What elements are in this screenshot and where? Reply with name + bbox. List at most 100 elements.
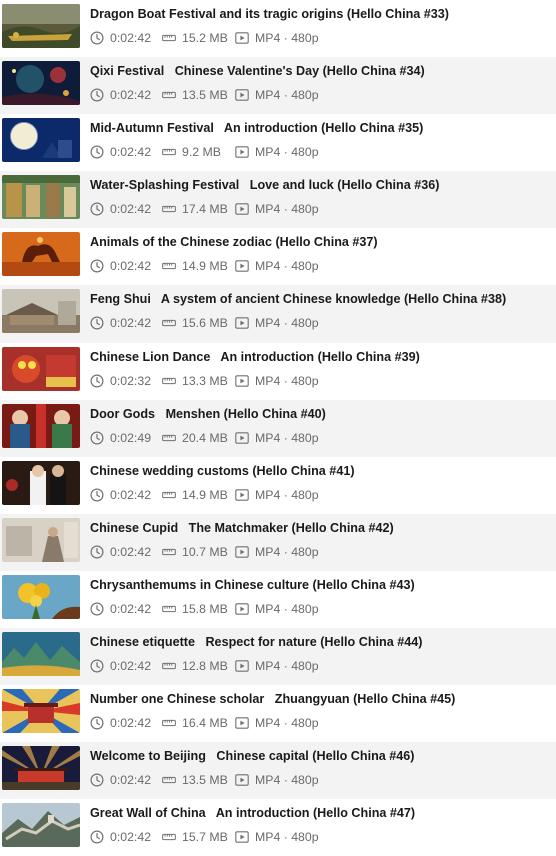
video-list-item[interactable]: Great Wall of China An introduction (Hel… — [0, 799, 556, 856]
video-title[interactable]: Animals of the Chinese zodiac (Hello Chi… — [90, 234, 552, 251]
format-value: MP4 · 480p — [255, 773, 319, 788]
video-title[interactable]: Chinese Lion Dance An introduction (Hell… — [90, 349, 552, 366]
file-size-value: 12.8 MB — [182, 659, 228, 674]
video-file-icon — [235, 659, 249, 673]
video-meta: 0:02:42 15.8 MB MP4 · 480p — [90, 601, 552, 617]
video-title[interactable]: Number one Chinese scholar Zhuangyuan (H… — [90, 691, 552, 708]
format: MP4 · 480p — [235, 830, 319, 844]
video-thumbnail[interactable] — [2, 460, 80, 505]
video-meta: 0:02:42 13.5 MB MP4 · 480p — [90, 87, 552, 103]
file-size: 16.4 MB — [162, 716, 235, 730]
format: MP4 · 480p — [235, 374, 319, 388]
video-list-item[interactable]: Chinese Lion Dance An introduction (Hell… — [0, 343, 556, 400]
video-info: Mid-Autumn Festival An introduction (Hel… — [90, 120, 552, 160]
duration-value: 0:02:32 — [110, 373, 152, 388]
file-size: 12.8 MB — [162, 659, 235, 673]
video-thumbnail[interactable] — [2, 232, 80, 277]
file-size-value: 10.7 MB — [182, 544, 228, 559]
video-title[interactable]: Welcome to Beijing Chinese capital (Hell… — [90, 748, 552, 765]
video-info: Chinese etiquette Respect for nature (He… — [90, 634, 552, 674]
video-title[interactable]: Chinese etiquette Respect for nature (He… — [90, 634, 552, 651]
file-size-value: 13.3 MB — [182, 373, 228, 388]
clock-icon — [90, 88, 104, 102]
file-size-value: 15.7 MB — [182, 830, 228, 845]
video-thumbnail[interactable] — [2, 803, 80, 848]
duration: 0:02:42 — [90, 88, 162, 102]
video-title[interactable]: Water-Splashing Festival Love and luck (… — [90, 177, 552, 194]
video-title[interactable]: Chinese Cupid The Matchmaker (Hello Chin… — [90, 520, 552, 537]
video-thumbnail[interactable] — [2, 4, 80, 48]
video-thumbnail[interactable] — [2, 517, 80, 562]
video-list-item[interactable]: Water-Splashing Festival Love and luck (… — [0, 171, 556, 229]
video-list-item[interactable]: Mid-Autumn Festival An introduction (Hel… — [0, 114, 556, 171]
video-list-item[interactable]: Animals of the Chinese zodiac (Hello Chi… — [0, 228, 556, 285]
video-list-item[interactable]: Welcome to Beijing Chinese capital (Hell… — [0, 742, 556, 800]
duration-value: 0:02:42 — [110, 316, 152, 331]
format: MP4 · 480p — [235, 773, 319, 787]
video-title[interactable]: Great Wall of China An introduction (Hel… — [90, 805, 552, 822]
video-title[interactable]: Mid-Autumn Festival An introduction (Hel… — [90, 120, 552, 137]
clock-icon — [90, 259, 104, 273]
duration: 0:02:42 — [90, 773, 162, 787]
video-thumbnail[interactable] — [2, 403, 80, 448]
video-info: Welcome to Beijing Chinese capital (Hell… — [90, 748, 552, 788]
video-thumbnail[interactable] — [2, 632, 80, 677]
video-meta: 0:02:42 17.4 MB MP4 · 480p — [90, 201, 552, 217]
clock-icon — [90, 659, 104, 673]
video-list: Dragon Boat Festival and its tragic orig… — [0, 0, 556, 856]
video-meta: 0:02:42 16.4 MB MP4 · 480p — [90, 715, 552, 731]
video-thumbnail[interactable] — [2, 289, 80, 334]
storage-icon — [162, 773, 177, 787]
video-list-item[interactable]: Chinese wedding customs (Hello China #41… — [0, 457, 556, 514]
duration: 0:02:42 — [90, 716, 162, 730]
duration: 0:02:49 — [90, 431, 162, 445]
duration: 0:02:42 — [90, 202, 162, 216]
video-list-item[interactable]: Qixi Festival Chinese Valentine's Day (H… — [0, 57, 556, 115]
file-size: 14.9 MB — [162, 259, 235, 273]
video-list-item[interactable]: Chinese etiquette Respect for nature (He… — [0, 628, 556, 686]
storage-icon — [162, 431, 177, 445]
file-size: 15.7 MB — [162, 830, 235, 844]
video-thumbnail[interactable] — [2, 746, 80, 791]
duration-value: 0:02:42 — [110, 773, 152, 788]
storage-icon — [162, 716, 177, 730]
storage-icon — [162, 31, 177, 45]
video-list-item[interactable]: Feng Shui A system of ancient Chinese kn… — [0, 285, 556, 343]
video-list-item[interactable]: Door Gods Menshen (Hello China #40) 0:02:… — [0, 399, 556, 457]
format-value: MP4 · 480p — [255, 716, 319, 731]
video-title[interactable]: Feng Shui A system of ancient Chinese kn… — [90, 291, 552, 308]
video-file-icon — [235, 31, 249, 45]
format: MP4 · 480p — [235, 88, 319, 102]
format-value: MP4 · 480p — [255, 601, 319, 616]
duration: 0:02:42 — [90, 659, 162, 673]
duration-value: 0:02:42 — [110, 259, 152, 274]
duration-value: 0:02:42 — [110, 716, 152, 731]
video-thumbnail[interactable] — [2, 346, 80, 391]
video-title[interactable]: Qixi Festival Chinese Valentine's Day (H… — [90, 63, 552, 80]
video-file-icon — [235, 830, 249, 844]
video-title[interactable]: Door Gods Menshen (Hello China #40) — [90, 406, 552, 423]
file-size: 15.8 MB — [162, 602, 235, 616]
video-list-item[interactable]: Number one Chinese scholar Zhuangyuan (H… — [0, 685, 556, 742]
video-list-item[interactable]: Chrysanthemums in Chinese culture (Hello… — [0, 571, 556, 628]
storage-icon — [162, 316, 177, 330]
video-list-item[interactable]: Chinese Cupid The Matchmaker (Hello Chin… — [0, 513, 556, 571]
video-title[interactable]: Chinese wedding customs (Hello China #41… — [90, 463, 552, 480]
video-thumbnail[interactable] — [2, 61, 80, 106]
file-size-value: 13.5 MB — [182, 773, 228, 788]
video-thumbnail[interactable] — [2, 175, 80, 220]
video-title[interactable]: Dragon Boat Festival and its tragic orig… — [90, 6, 552, 23]
video-thumbnail[interactable] — [2, 118, 80, 163]
format-value: MP4 · 480p — [255, 316, 319, 331]
format: MP4 · 480p — [235, 316, 319, 330]
video-file-icon — [235, 145, 249, 159]
clock-icon — [90, 316, 104, 330]
video-list-item[interactable]: Dragon Boat Festival and its tragic orig… — [0, 0, 556, 57]
video-info: Great Wall of China An introduction (Hel… — [90, 805, 552, 845]
video-title[interactable]: Chrysanthemums in Chinese culture (Hello… — [90, 577, 552, 594]
video-info: Chinese Cupid The Matchmaker (Hello Chin… — [90, 520, 552, 560]
video-file-icon — [235, 88, 249, 102]
video-thumbnail[interactable] — [2, 574, 80, 619]
video-thumbnail[interactable] — [2, 689, 80, 734]
format: MP4 · 480p — [235, 431, 319, 445]
